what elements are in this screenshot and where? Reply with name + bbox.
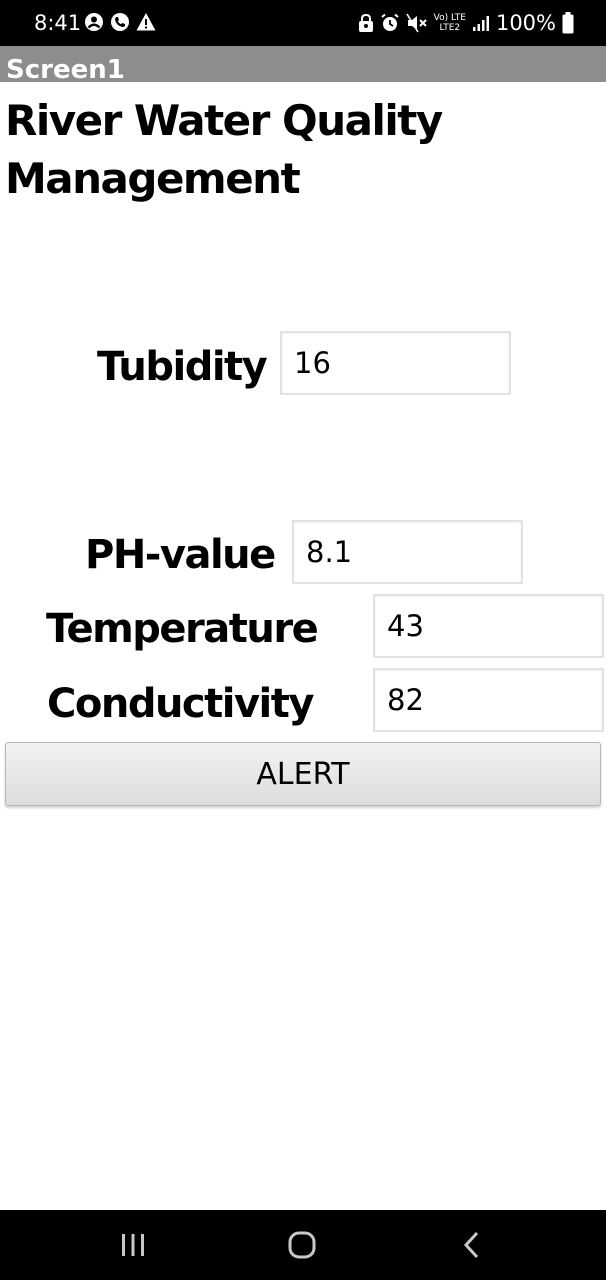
home-icon xyxy=(288,1231,316,1259)
mute-icon xyxy=(405,13,427,33)
network-type-top: Vo) LTE xyxy=(433,13,466,23)
alarm-icon xyxy=(381,13,399,31)
back-button[interactable] xyxy=(432,1210,512,1280)
conductivity-input[interactable] xyxy=(373,668,604,732)
network-type: Vo) LTE LTE2 xyxy=(434,13,466,33)
temperature-label: Temperature xyxy=(46,606,319,652)
home-button[interactable] xyxy=(262,1210,342,1280)
phone-icon xyxy=(111,13,129,31)
signal-icon xyxy=(472,16,489,31)
temperature-input[interactable] xyxy=(373,594,604,658)
battery-percent: 100% xyxy=(495,11,556,35)
battery-icon xyxy=(562,12,574,34)
status-notification-icons xyxy=(84,12,156,32)
status-time: 8:41 xyxy=(34,11,82,35)
navigation-bar xyxy=(0,1210,606,1280)
turbidity-input[interactable] xyxy=(280,331,511,395)
app-title-bar: Screen1 xyxy=(0,46,606,82)
network-type-bottom: LTE2 xyxy=(439,23,461,33)
ph-value-label: PH-value xyxy=(85,532,276,578)
account-circle-icon xyxy=(85,13,103,31)
page-heading: River Water Quality Management xyxy=(5,96,443,203)
ph-value-input[interactable] xyxy=(292,520,523,584)
screen-title: Screen1 xyxy=(6,55,125,82)
conductivity-label: Conductivity xyxy=(47,681,314,727)
status-bar: 8:41 Vo) LTE LTE2 100% xyxy=(0,0,606,46)
recent-apps-button[interactable] xyxy=(93,1210,173,1280)
alert-button[interactable]: ALERT xyxy=(5,742,601,806)
back-icon xyxy=(463,1231,479,1259)
warning-icon xyxy=(136,13,156,31)
status-system-icons: Vo) LTE LTE2 100% xyxy=(358,10,574,36)
lock-icon xyxy=(358,13,373,32)
turbidity-label: Tubidity xyxy=(97,344,268,390)
recent-apps-icon xyxy=(122,1234,144,1256)
